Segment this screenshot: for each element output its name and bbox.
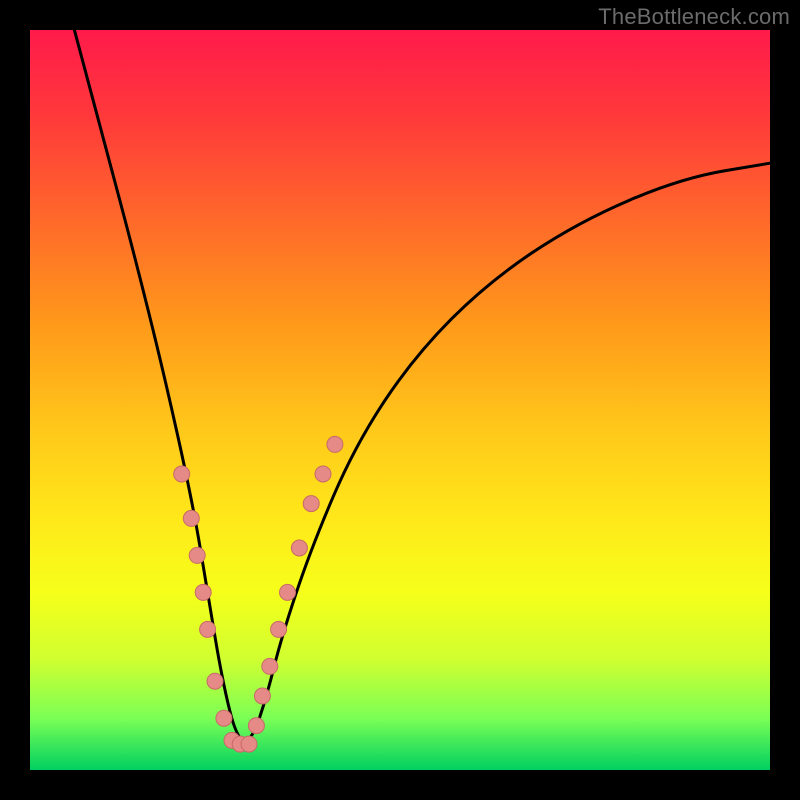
curve-svg (30, 30, 770, 770)
marker-dot (183, 510, 199, 526)
marker-dot (315, 466, 331, 482)
marker-dot (291, 540, 307, 556)
highlight-markers (174, 436, 343, 752)
marker-dot (248, 718, 264, 734)
chart-frame: TheBottleneck.com (0, 0, 800, 800)
marker-dot (189, 547, 205, 563)
marker-dot (262, 658, 278, 674)
marker-dot (303, 496, 319, 512)
marker-dot (174, 466, 190, 482)
marker-dot (271, 621, 287, 637)
marker-dot (216, 710, 232, 726)
curve-line (74, 30, 770, 740)
watermark-text: TheBottleneck.com (598, 4, 790, 30)
plot-area (30, 30, 770, 770)
marker-dot (195, 584, 211, 600)
marker-dot (327, 436, 343, 452)
marker-dot (254, 688, 270, 704)
marker-dot (280, 584, 296, 600)
marker-dot (200, 621, 216, 637)
marker-dot (207, 673, 223, 689)
bottleneck-curve (74, 30, 770, 740)
marker-dot (241, 736, 257, 752)
